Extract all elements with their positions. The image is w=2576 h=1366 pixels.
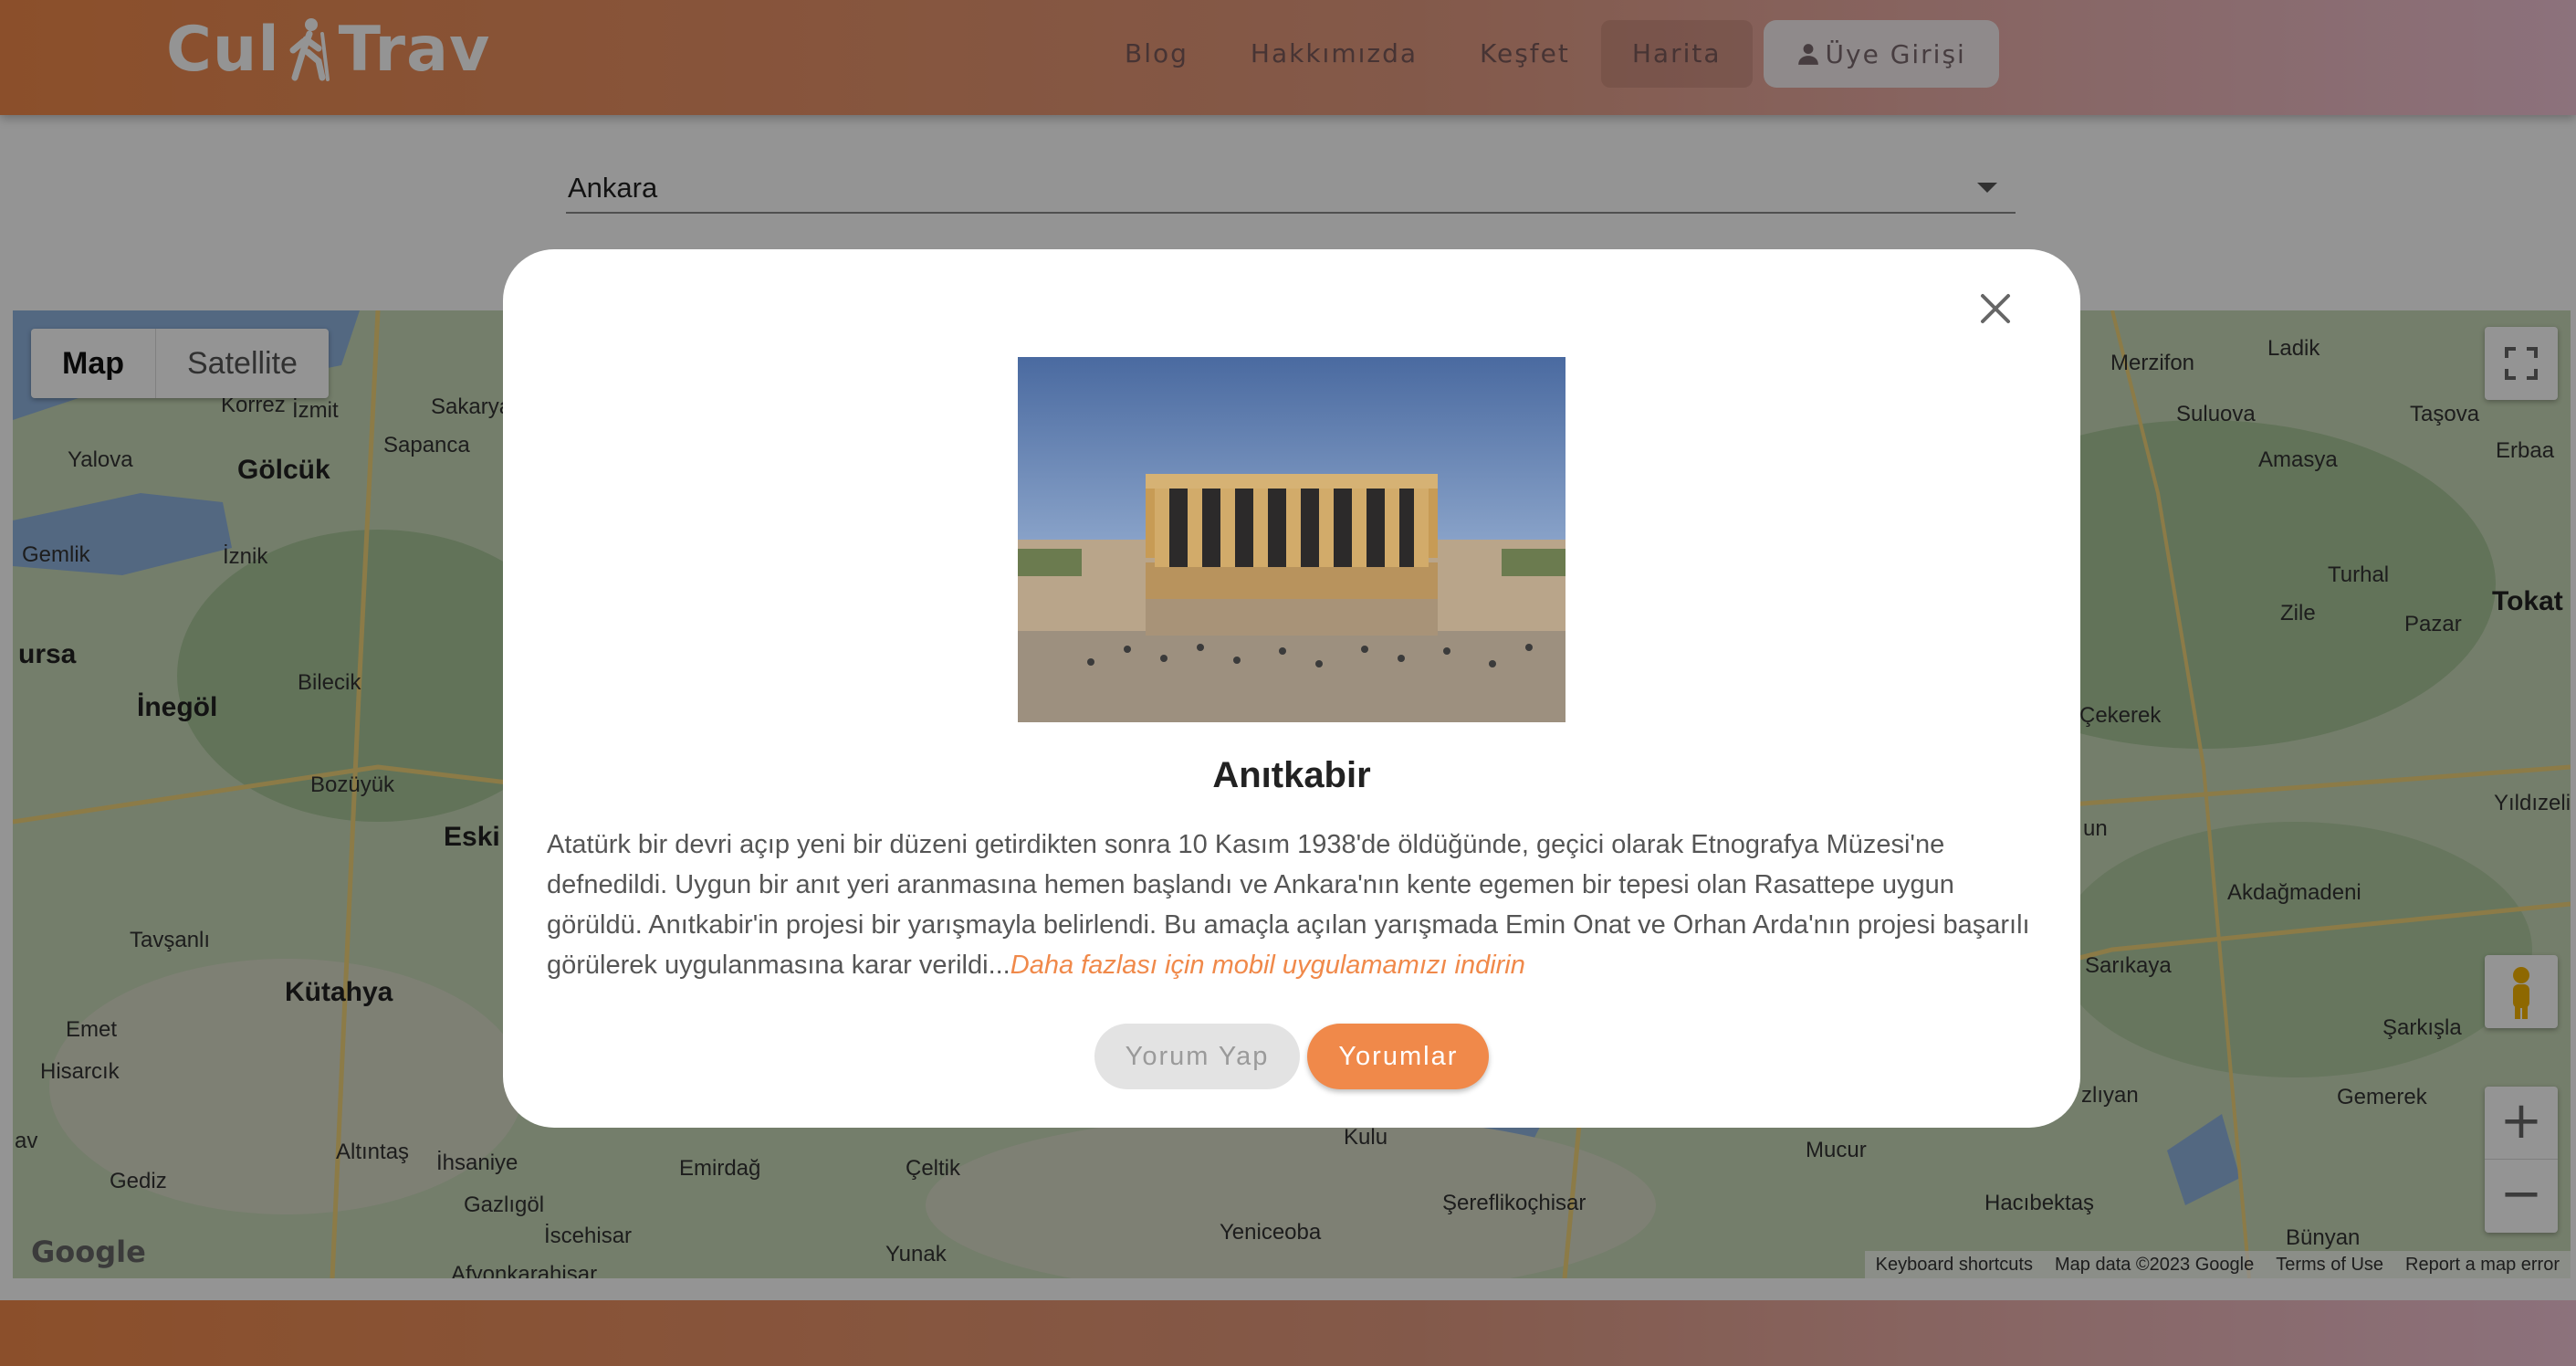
- close-icon: [1981, 294, 2010, 323]
- place-description: Atatürk bir devri açıp yeni bir düzeni g…: [547, 825, 2044, 985]
- place-photo: [1018, 357, 1565, 722]
- place-title: Anıtkabir: [1212, 755, 1371, 795]
- download-app-link[interactable]: Daha fazlası için mobil uygulamamızı ind…: [1011, 951, 1525, 980]
- close-button[interactable]: [1973, 286, 2018, 331]
- place-modal: Anıtkabir Atatürk bir devri açıp yeni bi…: [503, 249, 2080, 1128]
- write-comment-button[interactable]: Yorum Yap: [1094, 1024, 1301, 1089]
- modal-actions: Yorum Yap Yorumlar: [503, 1024, 2080, 1089]
- comments-button[interactable]: Yorumlar: [1307, 1024, 1490, 1089]
